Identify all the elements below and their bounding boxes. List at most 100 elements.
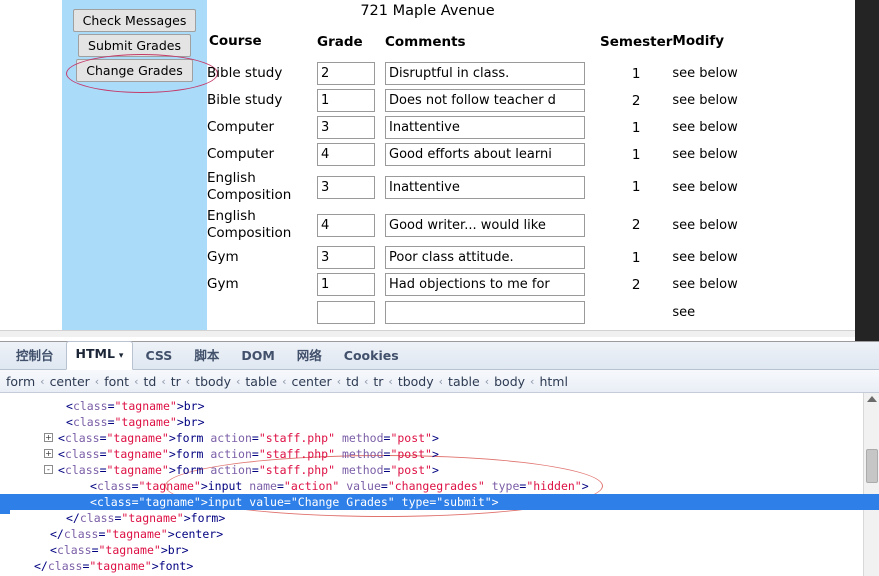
screenshot-root: Check Messages Submit Grades Change Grad… bbox=[0, 0, 879, 576]
cell-modify[interactable]: see below bbox=[672, 87, 737, 114]
cell-course bbox=[207, 298, 317, 326]
comment-input[interactable] bbox=[385, 246, 585, 269]
cell-semester: 1 bbox=[631, 179, 641, 195]
cell-modify[interactable]: see below bbox=[672, 206, 737, 244]
grade-input[interactable] bbox=[317, 175, 375, 199]
source-line[interactable]: <class="tagname">br> bbox=[0, 414, 879, 430]
comment-input[interactable] bbox=[385, 301, 585, 324]
cell-modify[interactable]: see below bbox=[672, 168, 737, 206]
comment-input[interactable] bbox=[385, 175, 585, 199]
devtools-panel: 控制台 HTML ▾ CSS 脚本 DOM 网络 Cookies form ‹ cen… bbox=[0, 341, 879, 576]
table-row: Gym 2 see below bbox=[207, 271, 738, 298]
tab-script[interactable]: 脚本 bbox=[184, 343, 229, 369]
cell-modify[interactable]: see below bbox=[672, 60, 737, 87]
tab-cookies[interactable]: Cookies bbox=[334, 343, 409, 369]
grade-input[interactable] bbox=[317, 143, 375, 166]
grade-input[interactable] bbox=[317, 213, 375, 237]
breadcrumb-item-body[interactable]: body bbox=[490, 374, 529, 389]
breadcrumb-item-tr[interactable]: tr bbox=[369, 374, 387, 389]
comment-input[interactable] bbox=[385, 89, 585, 112]
expand-icon[interactable]: + bbox=[44, 433, 53, 442]
page-horizontal-scrollbar[interactable] bbox=[0, 330, 855, 337]
grade-input[interactable] bbox=[317, 301, 375, 324]
comment-input[interactable] bbox=[385, 213, 585, 237]
comment-input[interactable] bbox=[385, 116, 585, 139]
source-line[interactable]: <class="tagname">br> bbox=[0, 542, 879, 558]
source-line[interactable]: + <class="tagname">form action="staff.php… bbox=[0, 446, 879, 462]
html-source-view[interactable]: <class="tagname">br> <class="tagname">br>… bbox=[0, 393, 879, 576]
source-line[interactable]: </class="tagname">form> bbox=[0, 510, 879, 526]
cell-modify[interactable]: see below bbox=[672, 244, 737, 271]
submit-grades-button[interactable]: Submit Grades bbox=[78, 34, 191, 57]
sidebar-button-group: Check Messages Submit Grades Change Grad… bbox=[62, 9, 207, 84]
source-line[interactable]: <class="tagname">input value="Change Gra… bbox=[0, 494, 879, 510]
cell-grade bbox=[317, 298, 385, 326]
cell-grade bbox=[317, 271, 385, 298]
collapse-icon[interactable]: - bbox=[44, 465, 53, 474]
tab-dom[interactable]: DOM bbox=[231, 343, 284, 369]
tab-network[interactable]: 网络 bbox=[287, 343, 332, 369]
cell-modify[interactable]: see below bbox=[672, 141, 737, 168]
grades-table: Course Grade Comments Semester Modify Bi… bbox=[207, 33, 738, 326]
source-line-text: <class="tagname">input name="action" val… bbox=[90, 479, 589, 493]
table-header-row: Course Grade Comments Semester Modify bbox=[207, 33, 738, 60]
breadcrumb-item-tbody[interactable]: tbody bbox=[394, 374, 438, 389]
grade-input[interactable] bbox=[317, 89, 375, 112]
comment-input[interactable] bbox=[385, 143, 585, 166]
column-header-comments: Comments bbox=[385, 34, 466, 50]
cell-course: English Composition bbox=[207, 208, 292, 241]
source-line-text: <class="tagname">form action="staff.php"… bbox=[58, 431, 439, 445]
grade-input[interactable] bbox=[317, 246, 375, 269]
cell-comment bbox=[385, 141, 600, 168]
cell-semester bbox=[600, 298, 672, 326]
grades-table-header: Course Grade Comments Semester Modify bbox=[207, 33, 738, 60]
cell-comment bbox=[385, 206, 600, 244]
source-line[interactable]: + <class="tagname">form action="staff.php… bbox=[0, 430, 879, 446]
tab-script-label: 脚本 bbox=[194, 348, 220, 363]
cell-course: Gym bbox=[207, 276, 239, 292]
chevron-down-icon[interactable]: ▾ bbox=[119, 351, 124, 361]
grade-input[interactable] bbox=[317, 62, 375, 85]
cell-course: Bible study bbox=[207, 65, 283, 81]
page-title: 721 Maple Avenue bbox=[360, 3, 495, 19]
grade-input[interactable] bbox=[317, 273, 375, 296]
cell-modify[interactable]: see below bbox=[672, 114, 737, 141]
column-header-semester: Semester bbox=[600, 34, 673, 50]
source-line-text: <class="tagname">br> bbox=[50, 543, 189, 557]
source-line[interactable]: <class="tagname">input name="action" val… bbox=[0, 478, 879, 494]
change-grades-button[interactable]: Change Grades bbox=[76, 59, 193, 82]
cell-modify[interactable]: see bbox=[672, 298, 737, 326]
comment-input[interactable] bbox=[385, 62, 585, 85]
breadcrumb-item-font[interactable]: font bbox=[100, 374, 133, 389]
comment-input[interactable] bbox=[385, 273, 585, 296]
expand-icon[interactable]: + bbox=[44, 449, 53, 458]
breadcrumb-item-form[interactable]: form bbox=[2, 374, 39, 389]
tab-console[interactable]: 控制台 bbox=[6, 343, 64, 369]
breadcrumb-item-td[interactable]: td bbox=[342, 374, 363, 389]
cell-course: Computer bbox=[207, 119, 275, 135]
tab-css-label: CSS bbox=[145, 348, 173, 363]
breadcrumb-item-td[interactable]: td bbox=[139, 374, 160, 389]
grade-input[interactable] bbox=[317, 116, 375, 139]
cell-grade bbox=[317, 206, 385, 244]
cell-semester: 2 bbox=[631, 217, 641, 233]
cell-comment bbox=[385, 114, 600, 141]
breadcrumb-item-center[interactable]: center bbox=[287, 374, 335, 389]
breadcrumb-item-table[interactable]: table bbox=[241, 374, 281, 389]
table-row: English Composition 2 see below bbox=[207, 206, 738, 244]
cell-modify[interactable]: see below bbox=[672, 271, 737, 298]
page-sidebar: Check Messages Submit Grades Change Grad… bbox=[62, 0, 207, 337]
tab-html[interactable]: HTML ▾ bbox=[65, 341, 134, 370]
source-line[interactable]: - <class="tagname">form action="staff.php… bbox=[0, 462, 879, 478]
tab-css[interactable]: CSS bbox=[135, 343, 182, 369]
source-line[interactable]: </class="tagname">center> bbox=[0, 526, 879, 542]
breadcrumb-item-html[interactable]: html bbox=[535, 374, 571, 389]
breadcrumb-item-tbody[interactable]: tbody bbox=[191, 374, 235, 389]
breadcrumb-item-center[interactable]: center bbox=[46, 374, 94, 389]
source-line[interactable]: </class="tagname">font> bbox=[0, 558, 879, 574]
source-line[interactable]: <class="tagname">br> bbox=[0, 398, 879, 414]
cell-grade bbox=[317, 114, 385, 141]
source-line-text: </class="tagname">form> bbox=[66, 511, 226, 525]
breadcrumb-item-tr[interactable]: tr bbox=[167, 374, 185, 389]
breadcrumb-item-table[interactable]: table bbox=[444, 374, 484, 389]
